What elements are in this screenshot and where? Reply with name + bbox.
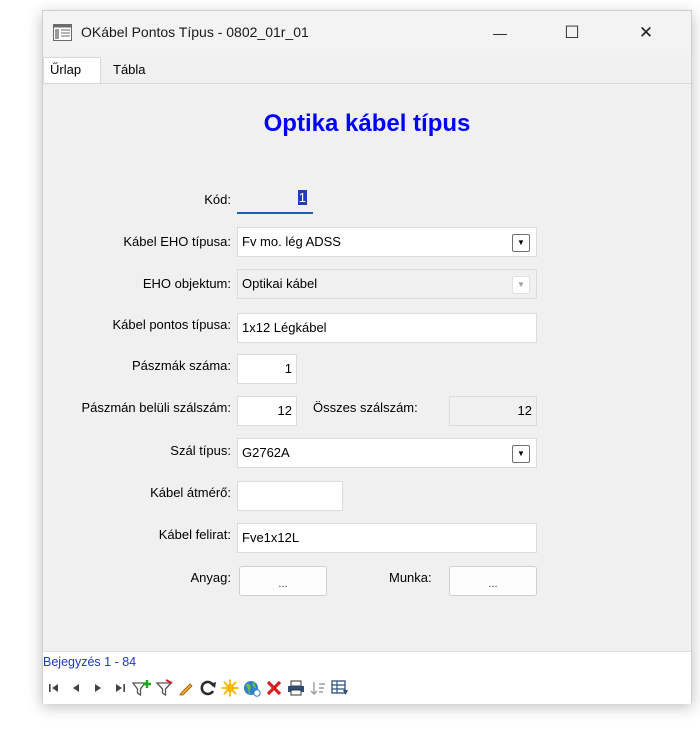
osszes-szalszam-field: 12 xyxy=(449,396,537,426)
maximize-icon: ☐ xyxy=(564,23,580,42)
tab-urlap[interactable]: Űrlap xyxy=(43,57,101,83)
prev-record-icon[interactable] xyxy=(65,677,87,699)
pasmak-szama-value: 1 xyxy=(284,361,292,376)
szal-tipus-value: G2762A xyxy=(242,445,290,460)
next-record-icon[interactable] xyxy=(87,677,109,699)
kabel-atmero-label: Kábel átmérő: xyxy=(150,485,231,500)
record-counter: Bejegyzés 1 - 84 xyxy=(43,655,137,669)
kod-value: 1 xyxy=(297,190,307,205)
pasman-beluli-szalszam-value: 12 xyxy=(277,403,292,418)
munka-button[interactable]: ... xyxy=(449,566,537,596)
window-title: OKábel Pontos Típus - 0802_01r_01 xyxy=(81,24,309,40)
pasman-beluli-szalszam-field[interactable]: 12 xyxy=(237,396,297,426)
maximize-button[interactable]: ☐ xyxy=(547,11,597,55)
eho-objektum-value: Optikai kábel xyxy=(242,276,318,291)
chevron-down-icon: ▼ xyxy=(512,276,530,294)
anyag-button[interactable]: ... xyxy=(239,566,327,596)
kabel-pontos-tipusa-label: Kábel pontos típusa: xyxy=(112,317,231,332)
last-record-icon[interactable] xyxy=(109,677,131,699)
add-filter-icon[interactable] xyxy=(131,677,153,699)
form-area: Optika kábel típus Kód: 1 Kábel EHO típu… xyxy=(43,83,691,652)
globe-icon[interactable] xyxy=(241,677,263,699)
kabel-eho-tipusa-label: Kábel EHO típusa: xyxy=(123,234,231,249)
kabel-eho-tipusa-select[interactable]: Fv mo. lég ADSS ▼ xyxy=(237,227,537,257)
tab-strip: Űrlap Tábla xyxy=(43,57,691,83)
anyag-label: Anyag: xyxy=(190,570,231,585)
chevron-down-icon[interactable]: ▼ xyxy=(512,445,530,463)
kabel-pontos-tipusa-value: 1x12 Légkábel xyxy=(242,320,327,335)
refresh-icon[interactable] xyxy=(197,677,219,699)
form-app-icon xyxy=(53,24,72,41)
minimize-button[interactable]: — xyxy=(475,11,525,55)
pasman-beluli-szalszam-label: Pászmán belüli szálszám: xyxy=(81,400,231,415)
kabel-felirat-label: Kábel felirat: xyxy=(158,527,231,542)
osszes-szalszam-label: Összes szálszám: xyxy=(313,400,418,415)
delete-icon[interactable] xyxy=(263,677,285,699)
eho-objektum-select: Optikai kábel ▼ xyxy=(237,269,537,299)
navigation-toolbar xyxy=(43,676,351,700)
kabel-pontos-tipusa-field[interactable]: 1x12 Légkábel xyxy=(237,313,537,343)
status-bar: Bejegyzés 1 - 84 xyxy=(43,651,691,704)
table-view-icon[interactable] xyxy=(329,677,351,699)
szal-tipus-label: Szál típus: xyxy=(170,443,231,458)
edit-icon[interactable] xyxy=(175,677,197,699)
first-record-icon[interactable] xyxy=(43,677,65,699)
pasmak-szama-label: Pászmák száma: xyxy=(132,358,231,373)
eho-objektum-label: EHO objektum: xyxy=(142,276,231,291)
clear-filter-icon[interactable] xyxy=(153,677,175,699)
print-icon[interactable] xyxy=(285,677,307,699)
kod-label: Kód: xyxy=(204,192,231,207)
title-bar: OKábel Pontos Típus - 0802_01r_01 — ☐ ✕ xyxy=(43,11,691,55)
osszes-szalszam-value: 12 xyxy=(517,403,532,418)
kabel-eho-tipusa-value: Fv mo. lég ADSS xyxy=(242,234,341,249)
szal-tipus-select[interactable]: G2762A ▼ xyxy=(237,438,537,468)
pasmak-szama-field[interactable]: 1 xyxy=(237,354,297,384)
close-icon: ✕ xyxy=(638,23,654,42)
minimize-icon: — xyxy=(493,25,507,41)
chevron-down-icon[interactable]: ▼ xyxy=(512,234,530,252)
tab-tabla[interactable]: Tábla xyxy=(107,60,152,82)
new-record-icon[interactable] xyxy=(219,677,241,699)
kabel-felirat-field[interactable]: Fve1x12L xyxy=(237,523,537,553)
close-button[interactable]: ✕ xyxy=(621,11,671,55)
app-window: OKábel Pontos Típus - 0802_01r_01 — ☐ ✕ … xyxy=(42,10,692,704)
munka-label: Munka: xyxy=(389,570,432,585)
kabel-felirat-value: Fve1x12L xyxy=(242,530,300,545)
sort-icon[interactable] xyxy=(307,677,329,699)
form-title: Optika kábel típus xyxy=(263,110,471,137)
kabel-atmero-field[interactable] xyxy=(237,481,343,511)
kod-field[interactable]: 1 xyxy=(237,184,313,214)
